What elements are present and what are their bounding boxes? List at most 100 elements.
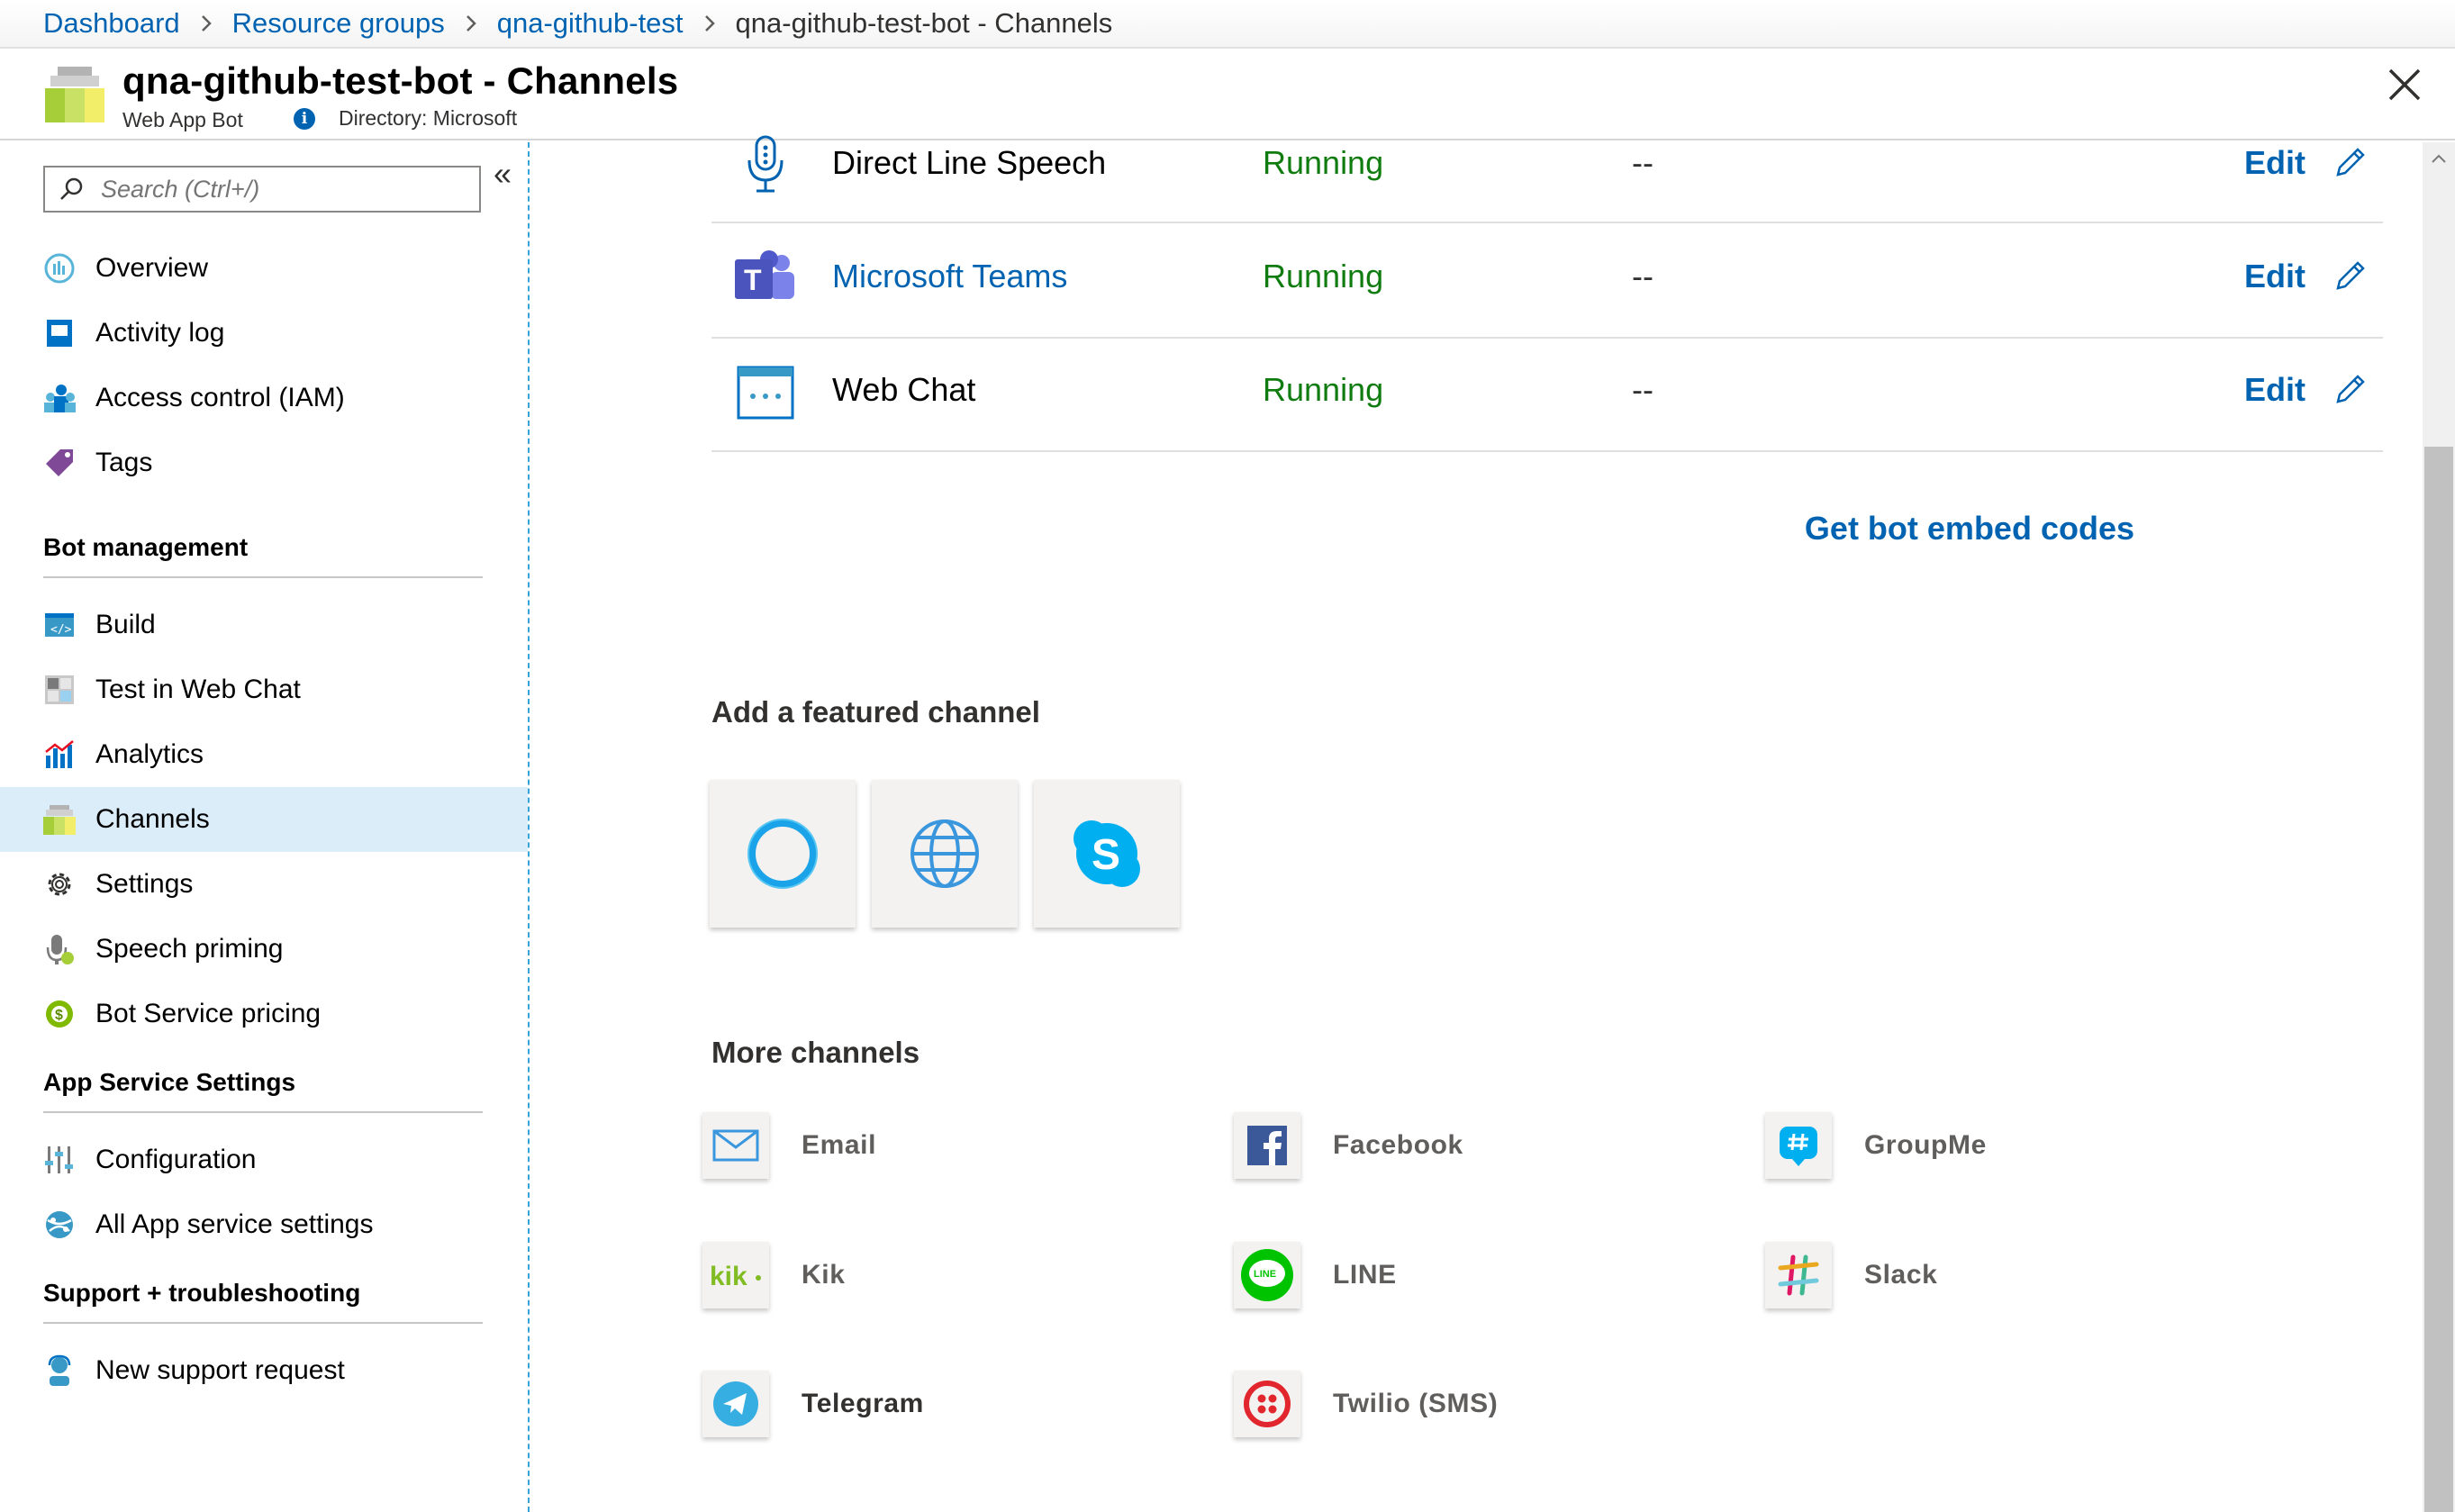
breadcrumb-resource-groups[interactable]: Resource groups <box>232 7 445 40</box>
analytics-icon <box>43 738 76 771</box>
pencil-icon[interactable] <box>2333 371 2369 407</box>
breadcrumb-resource-group[interactable]: qna-github-test <box>497 7 684 40</box>
breadcrumb-dashboard[interactable]: Dashboard <box>43 7 180 40</box>
search-box[interactable] <box>43 166 481 213</box>
channel-line[interactable]: LINE LINE <box>1234 1242 1397 1308</box>
sidebar-item-label: All App service settings <box>95 1209 374 1239</box>
test-webchat-icon <box>43 674 76 706</box>
sidebar-item-configuration[interactable]: Configuration <box>0 1127 528 1192</box>
channel-facebook[interactable]: Facebook <box>1234 1112 1463 1179</box>
channel-label: LINE <box>1333 1260 1397 1290</box>
edit-button[interactable]: Edit <box>2244 371 2306 409</box>
svg-text:kik: kik <box>710 1262 747 1290</box>
sidebar-item-all-app-service-settings[interactable]: All App service settings <box>0 1192 528 1257</box>
web-app-bot-icon <box>45 67 104 122</box>
channel-twilio[interactable]: Twilio (SMS) <box>1234 1371 1498 1437</box>
skype-icon: S <box>1073 820 1140 887</box>
email-icon <box>702 1112 769 1179</box>
svg-text:LINE: LINE <box>1254 1269 1276 1280</box>
sidebar-item-speech-priming[interactable]: Speech priming <box>0 917 528 982</box>
kik-icon: kik <box>702 1242 769 1308</box>
sidebar-item-label: Tags <box>95 448 153 477</box>
cortana-icon <box>747 819 818 889</box>
sidebar-item-analytics[interactable]: Analytics <box>0 722 528 787</box>
channel-label: Slack <box>1864 1260 1938 1290</box>
page-title: qna-github-test-bot - Channels <box>122 59 679 102</box>
facebook-icon <box>1234 1112 1300 1179</box>
scroll-up-button[interactable] <box>2423 142 2455 175</box>
channel-label: GroupMe <box>1864 1130 1987 1160</box>
channel-status: Running <box>1263 144 1384 181</box>
sidebar-item-tags[interactable]: Tags <box>0 430 528 495</box>
sidebar: « Overview Activity log Access control (… <box>0 142 530 1512</box>
channel-kik[interactable]: kik Kik <box>702 1242 846 1308</box>
channel-name-link[interactable]: Microsoft Teams <box>832 258 1067 295</box>
configuration-icon <box>43 1144 76 1176</box>
close-icon[interactable] <box>2379 59 2430 110</box>
groupme-icon <box>1765 1112 1832 1179</box>
slack-icon <box>1765 1242 1832 1308</box>
channel-health: -- <box>1632 144 1653 181</box>
search-icon <box>60 177 83 200</box>
channel-groupme[interactable]: GroupMe <box>1765 1112 1987 1179</box>
support-icon <box>43 1354 76 1387</box>
edit-button[interactable]: Edit <box>2244 258 2306 295</box>
collapse-sidebar-button[interactable]: « <box>494 155 512 193</box>
sidebar-item-bot-service-pricing[interactable]: $ Bot Service pricing <box>0 982 528 1046</box>
sidebar-item-access-control[interactable]: Access control (IAM) <box>0 366 528 430</box>
sidebar-item-overview[interactable]: Overview <box>0 236 528 301</box>
resource-type: Web App Bot <box>122 108 243 131</box>
sidebar-item-test-in-web-chat[interactable]: Test in Web Chat <box>0 657 528 722</box>
channel-email[interactable]: Email <box>702 1112 876 1179</box>
channel-status: Running <box>1263 371 1384 408</box>
info-icon: i <box>294 107 315 130</box>
channel-label: Facebook <box>1333 1130 1463 1160</box>
sidebar-item-label: New support request <box>95 1355 345 1385</box>
chevron-right-icon <box>465 14 477 33</box>
microphone-icon <box>747 135 784 193</box>
chevron-right-icon <box>200 14 213 33</box>
sidebar-item-label: Activity log <box>95 318 225 348</box>
teams-icon: T <box>735 250 794 299</box>
sidebar-item-settings[interactable]: Settings <box>0 852 528 917</box>
breadcrumb-current: qna-github-test-bot - Channels <box>735 7 1113 39</box>
featured-channel-web[interactable] <box>872 780 1018 928</box>
channel-label: Email <box>802 1130 877 1160</box>
featured-channel-skype[interactable]: S <box>1034 780 1180 928</box>
svg-text:</>: </> <box>50 623 72 637</box>
channel-health: -- <box>1632 371 1653 408</box>
channel-label: Kik <box>802 1260 846 1290</box>
gear-icon <box>43 868 76 901</box>
get-bot-embed-codes-link[interactable]: Get bot embed codes <box>1805 510 2134 548</box>
channel-name: Web Chat <box>832 371 976 408</box>
featured-channel-cortana[interactable] <box>710 780 856 928</box>
twilio-icon <box>1234 1371 1300 1437</box>
pricing-icon: $ <box>43 998 76 1030</box>
pencil-icon[interactable] <box>2333 144 2369 180</box>
sidebar-item-label: Overview <box>95 253 209 283</box>
sidebar-item-label: Channels <box>95 804 210 834</box>
sidebar-item-channels[interactable]: Channels <box>0 787 528 852</box>
vertical-scrollbar[interactable] <box>2423 142 2455 1512</box>
globe-icon <box>910 819 979 888</box>
sidebar-item-build[interactable]: </> Build <box>0 593 528 657</box>
search-input[interactable] <box>101 175 461 204</box>
breadcrumb: Dashboard Resource groups qna-github-tes… <box>0 0 2455 49</box>
svg-text:S: S <box>1092 831 1120 879</box>
channel-slack[interactable]: Slack <box>1765 1242 1937 1308</box>
channel-label: Twilio (SMS) <box>1333 1389 1499 1418</box>
sidebar-item-new-support-request[interactable]: New support request <box>0 1338 528 1403</box>
sidebar-item-label: Build <box>95 610 156 639</box>
build-icon: </> <box>43 609 76 641</box>
scroll-thumb[interactable] <box>2424 447 2453 1512</box>
section-bot-management: Bot management <box>43 533 483 578</box>
channel-telegram[interactable]: Telegram <box>702 1371 924 1437</box>
edit-button[interactable]: Edit <box>2244 144 2306 182</box>
sidebar-item-label: Analytics <box>95 739 204 769</box>
pencil-icon[interactable] <box>2333 258 2369 294</box>
channel-name: Direct Line Speech <box>832 144 1107 181</box>
sidebar-item-label: Configuration <box>95 1145 257 1174</box>
sidebar-item-label: Settings <box>95 869 194 899</box>
app-service-icon <box>43 1209 76 1241</box>
sidebar-item-activity-log[interactable]: Activity log <box>0 301 528 366</box>
